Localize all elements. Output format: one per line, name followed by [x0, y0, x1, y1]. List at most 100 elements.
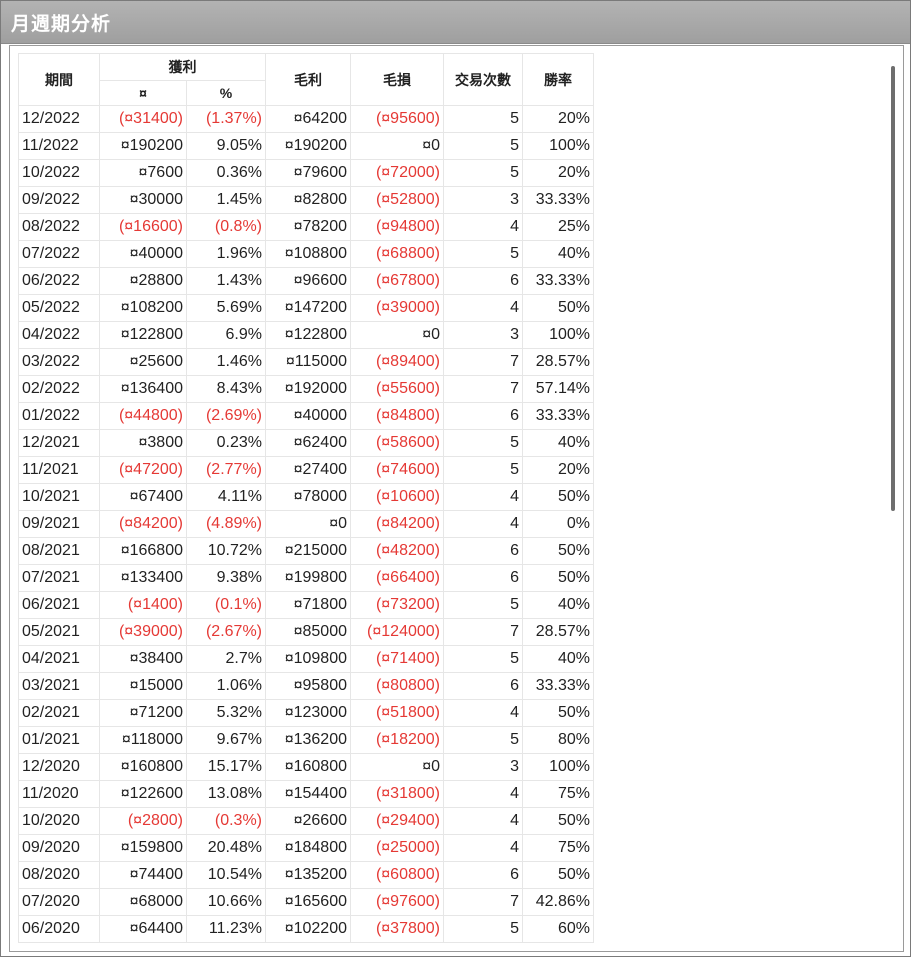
table-body: 12/2022 (¤31400) (1.37%) ¤64200 (¤95600) 5 20%…: [18, 105, 594, 943]
table-row[interactable]: 07/2022 ¤40000 1.96% ¤108800 (¤68800) 5 40%: [18, 240, 594, 268]
table-row[interactable]: 02/2022 ¤136400 8.43% ¤192000 (¤55600) 7 57.14…: [18, 375, 594, 403]
cell-period: 10/2022: [18, 159, 100, 187]
cell-period: 12/2020: [18, 753, 100, 781]
cell-gross-profit: ¤26600: [265, 807, 351, 835]
table-row[interactable]: 02/2021 ¤71200 5.32% ¤123000 (¤51800) 4 50%: [18, 699, 594, 727]
cell-win-rate: 33.33%: [522, 672, 594, 700]
table-row[interactable]: 05/2022 ¤108200 5.69% ¤147200 (¤39000) 4 50%: [18, 294, 594, 322]
table-row[interactable]: 12/2022 (¤31400) (1.37%) ¤64200 (¤95600) 5 20%: [18, 105, 594, 133]
cell-win-rate: 28.57%: [522, 618, 594, 646]
cell-profit-amount: ¤25600: [99, 348, 187, 376]
cell-gross-loss: (¤84800): [350, 402, 444, 430]
table-row[interactable]: 10/2022 ¤7600 0.36% ¤79600 (¤72000) 5 20%: [18, 159, 594, 187]
cell-profit-amount: ¤7600: [99, 159, 187, 187]
cell-trade-count: 5: [443, 159, 523, 187]
cell-profit-amount: ¤122600: [99, 780, 187, 808]
cell-period: 09/2020: [18, 834, 100, 862]
table-row[interactable]: 04/2021 ¤38400 2.7% ¤109800 (¤71400) 5 40%: [18, 645, 594, 673]
header-gross-profit[interactable]: 毛利: [265, 53, 351, 106]
table-row[interactable]: 09/2021 (¤84200) (4.89%) ¤0 (¤84200) 4 0%: [18, 510, 594, 538]
cell-gross-profit: ¤79600: [265, 159, 351, 187]
header-profit-group: 獲利: [99, 53, 266, 81]
vertical-scrollbar[interactable]: [891, 66, 895, 511]
table-row[interactable]: 05/2021 (¤39000) (2.67%) ¤85000 (¤124000) 7 28…: [18, 618, 594, 646]
table-row[interactable]: 01/2022 (¤44800) (2.69%) ¤40000 (¤84800) 6 33.…: [18, 402, 594, 430]
cell-profit-amount: ¤159800: [99, 834, 187, 862]
table-row[interactable]: 10/2021 ¤67400 4.11% ¤78000 (¤10600) 4 50%: [18, 483, 594, 511]
cell-period: 02/2021: [18, 699, 100, 727]
cell-gross-profit: ¤123000: [265, 699, 351, 727]
table-row[interactable]: 01/2021 ¤118000 9.67% ¤136200 (¤18200) 5 80%: [18, 726, 594, 754]
cell-profit-amount: (¤44800): [99, 402, 187, 430]
table-row[interactable]: 09/2020 ¤159800 20.48% ¤184800 (¤25000) 4 75%: [18, 834, 594, 862]
cell-period: 03/2021: [18, 672, 100, 700]
cell-gross-profit: ¤192000: [265, 375, 351, 403]
cell-gross-loss: (¤72000): [350, 159, 444, 187]
cell-period: 12/2021: [18, 429, 100, 457]
cell-gross-profit: ¤78000: [265, 483, 351, 511]
table-row[interactable]: 06/2021 (¤1400) (0.1%) ¤71800 (¤73200) 5 40%: [18, 591, 594, 619]
cell-win-rate: 100%: [522, 321, 594, 349]
table-row[interactable]: 03/2021 ¤15000 1.06% ¤95800 (¤80800) 6 33.33%: [18, 672, 594, 700]
cell-gross-profit: ¤85000: [265, 618, 351, 646]
cell-profit-percent: 1.96%: [186, 240, 266, 268]
cell-gross-loss: (¤94800): [350, 213, 444, 241]
header-profit-amount[interactable]: ¤: [99, 80, 187, 106]
cell-profit-percent: (2.77%): [186, 456, 266, 484]
cell-profit-percent: (4.89%): [186, 510, 266, 538]
header-period[interactable]: 期間: [18, 53, 100, 106]
cell-profit-amount: ¤166800: [99, 537, 187, 565]
cell-profit-percent: 4.11%: [186, 483, 266, 511]
cell-period: 07/2021: [18, 564, 100, 592]
header-trade-count[interactable]: 交易次數: [443, 53, 523, 106]
table-row[interactable]: 08/2020 ¤74400 10.54% ¤135200 (¤60800) 6 50%: [18, 861, 594, 889]
cell-gross-loss: (¤18200): [350, 726, 444, 754]
cell-profit-amount: (¤16600): [99, 213, 187, 241]
table-row[interactable]: 08/2022 (¤16600) (0.8%) ¤78200 (¤94800) 4 25%: [18, 213, 594, 241]
cell-trade-count: 7: [443, 348, 523, 376]
cell-profit-amount: ¤68000: [99, 888, 187, 916]
table-row[interactable]: 11/2021 (¤47200) (2.77%) ¤27400 (¤74600) 5 20%: [18, 456, 594, 484]
cell-period: 06/2021: [18, 591, 100, 619]
table-panel: 期間 獲利 毛利 毛損 交易次數 勝率 ¤ % 12/2022 (¤31400)(…: [9, 45, 904, 952]
window-titlebar[interactable]: 月週期分析: [1, 1, 910, 44]
cell-profit-percent: 20.48%: [186, 834, 266, 862]
cell-gross-profit: ¤71800: [265, 591, 351, 619]
cell-gross-loss: ¤0: [350, 321, 444, 349]
table-row[interactable]: 12/2021 ¤3800 0.23% ¤62400 (¤58600) 5 40%: [18, 429, 594, 457]
cell-profit-percent: 10.54%: [186, 861, 266, 889]
monthly-analysis-window: 月週期分析 期間 獲利 毛利 毛損 交易次數 勝率 ¤ % 12/2022 (¤3…: [0, 0, 911, 957]
table-row[interactable]: 06/2020 ¤64400 11.23% ¤102200 (¤37800) 5 60%: [18, 915, 594, 943]
cell-profit-percent: (0.8%): [186, 213, 266, 241]
table-row[interactable]: 03/2022 ¤25600 1.46% ¤115000 (¤89400) 7 28.57%: [18, 348, 594, 376]
table-row[interactable]: 06/2022 ¤28800 1.43% ¤96600 (¤67800) 6 33.33%: [18, 267, 594, 295]
cell-gross-profit: ¤122800: [265, 321, 351, 349]
table-row[interactable]: 11/2022 ¤190200 9.05% ¤190200 ¤0 5 100%: [18, 132, 594, 160]
cell-win-rate: 60%: [522, 915, 594, 943]
cell-profit-amount: ¤3800: [99, 429, 187, 457]
header-gross-loss[interactable]: 毛損: [350, 53, 444, 106]
table-row[interactable]: 07/2020 ¤68000 10.66% ¤165600 (¤97600) 7 42.86…: [18, 888, 594, 916]
table-row[interactable]: 07/2021 ¤133400 9.38% ¤199800 (¤66400) 6 50%: [18, 564, 594, 592]
table-row[interactable]: 09/2022 ¤30000 1.45% ¤82800 (¤52800) 3 33.33%: [18, 186, 594, 214]
cell-win-rate: 40%: [522, 591, 594, 619]
cell-gross-loss: (¤67800): [350, 267, 444, 295]
cell-profit-percent: 5.69%: [186, 294, 266, 322]
cell-win-rate: 75%: [522, 780, 594, 808]
table-row[interactable]: 11/2020 ¤122600 13.08% ¤154400 (¤31800) 4 75%: [18, 780, 594, 808]
table-row[interactable]: 10/2020 (¤2800) (0.3%) ¤26600 (¤29400) 4 50%: [18, 807, 594, 835]
cell-gross-loss: (¤124000): [350, 618, 444, 646]
cell-profit-amount: ¤28800: [99, 267, 187, 295]
table-row[interactable]: 08/2021 ¤166800 10.72% ¤215000 (¤48200) 6 50%: [18, 537, 594, 565]
table-row[interactable]: 04/2022 ¤122800 6.9% ¤122800 ¤0 3 100%: [18, 321, 594, 349]
cell-win-rate: 50%: [522, 483, 594, 511]
cell-win-rate: 42.86%: [522, 888, 594, 916]
cell-period: 12/2022: [18, 105, 100, 133]
table-row[interactable]: 12/2020 ¤160800 15.17% ¤160800 ¤0 3 100%: [18, 753, 594, 781]
cell-trade-count: 6: [443, 267, 523, 295]
cell-win-rate: 57.14%: [522, 375, 594, 403]
cell-gross-profit: ¤96600: [265, 267, 351, 295]
header-profit-percent[interactable]: %: [186, 80, 266, 106]
cell-period: 08/2021: [18, 537, 100, 565]
header-win-rate[interactable]: 勝率: [522, 53, 594, 106]
